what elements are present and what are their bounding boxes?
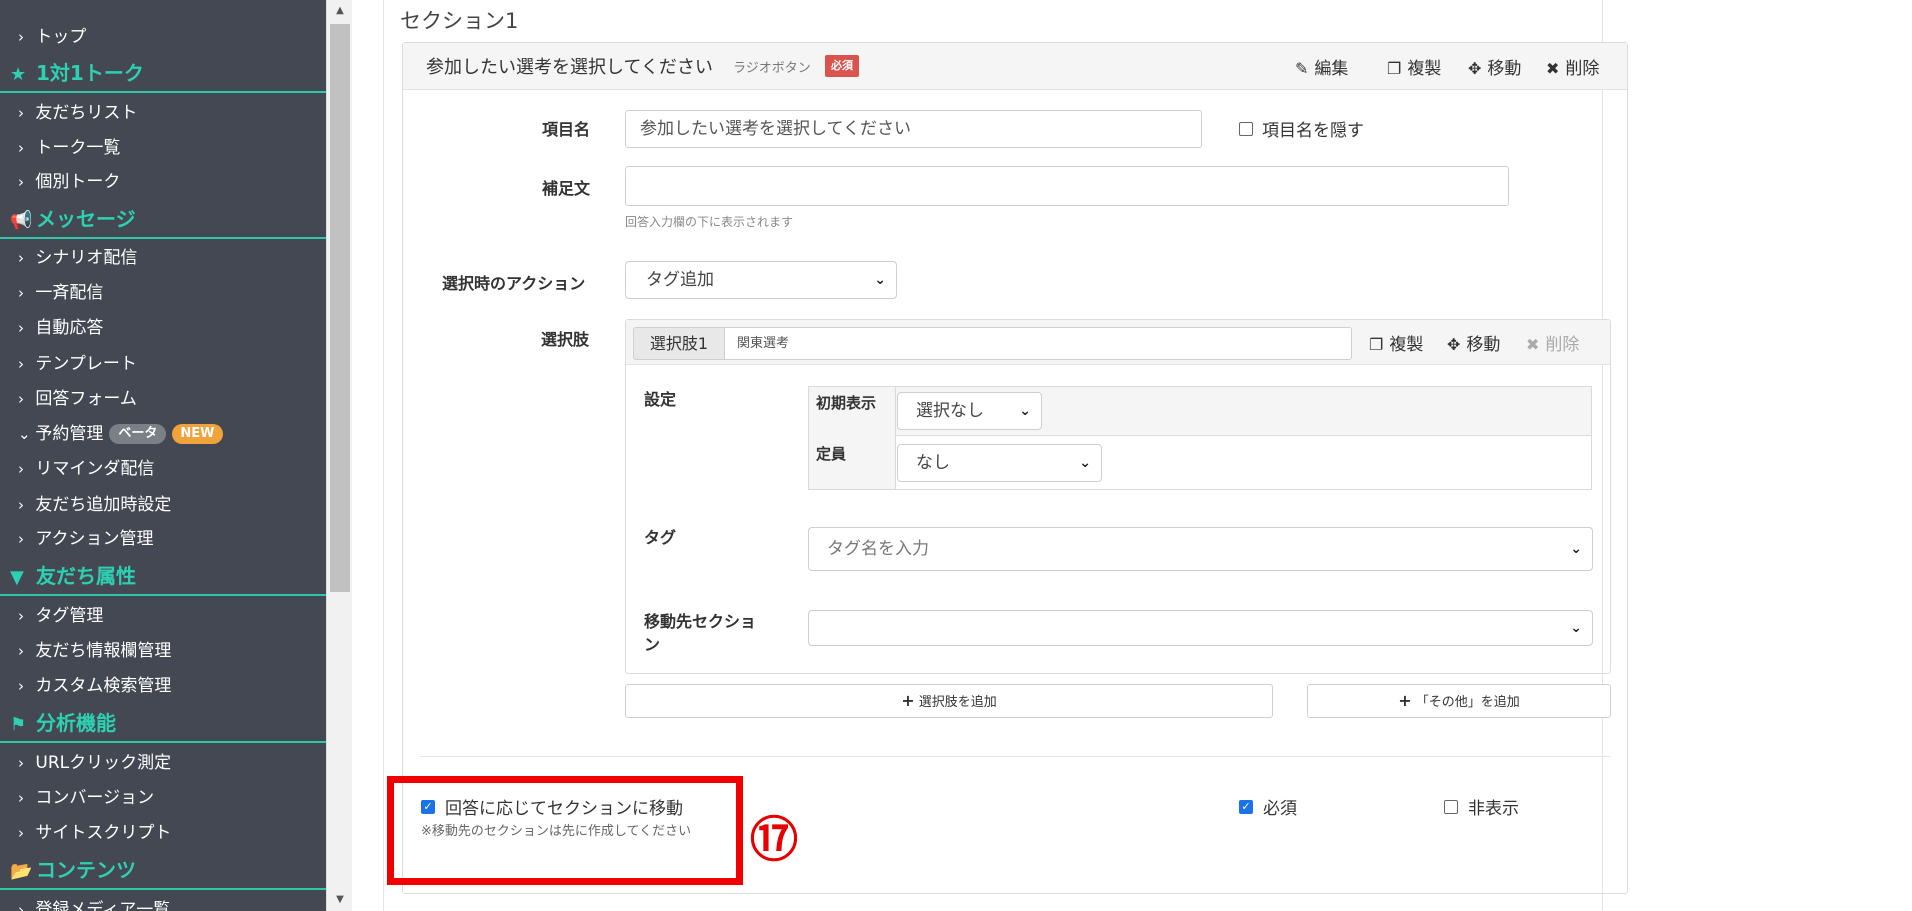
sidebar-category-1on1-talk[interactable]: ★ 1対1トーク — [0, 55, 326, 93]
copy-button[interactable]: ❐ 複製 — [1387, 54, 1441, 79]
option-move-button[interactable]: ✥ 移動 — [1447, 330, 1500, 355]
sidebar-item-individual-talk[interactable]: › 個別トーク — [0, 165, 326, 199]
scroll-up-arrow-icon[interactable]: ▲ — [327, 0, 353, 22]
hidden-checkbox[interactable] — [1444, 800, 1458, 814]
sidebar-item-tag-manage[interactable]: › タグ管理 — [0, 599, 326, 633]
sidebar-item-friend-add-settings[interactable]: › 友だち追加時設定 — [0, 488, 326, 522]
option-number-tag: 選択肢1 — [633, 327, 725, 360]
pencil-icon: ✎ — [1295, 59, 1309, 78]
sidebar-item-broadcast[interactable]: › 一斉配信 — [0, 276, 326, 310]
supplement-help-text: 回答入力欄の下に表示されます — [625, 215, 794, 229]
action-label: 選択時のアクション — [442, 274, 586, 293]
chevron-down-icon: ⌄ — [1079, 455, 1091, 471]
sidebar-item-auto-reply[interactable]: › 自動応答 — [0, 311, 326, 345]
new-badge: NEW — [172, 424, 223, 444]
divider — [420, 756, 1610, 757]
chevron-down-icon: ⌄ — [1570, 620, 1582, 636]
action-select[interactable]: タグ追加 ⌄ — [625, 261, 897, 299]
item-name-input[interactable]: 参加したい選考を選択してください — [625, 110, 1202, 148]
required-badge: 必須 — [825, 55, 859, 77]
beta-badge: ベータ — [109, 424, 167, 444]
sidebar-item-action-manage[interactable]: › アクション管理 — [0, 522, 326, 556]
scroll-thumb[interactable] — [330, 24, 350, 592]
sidebar-category-message[interactable]: 📢 メッセージ — [0, 201, 326, 239]
sidebar-item-site-script[interactable]: › サイトスクリプト — [0, 816, 326, 850]
move-section-select[interactable]: ⌄ — [808, 610, 1593, 646]
sidebar-item-answer-form[interactable]: › 回答フォーム — [0, 382, 326, 416]
sidebar-item-friend-list[interactable]: › 友だちリスト — [0, 96, 326, 130]
capacity-label: 定員 — [816, 445, 847, 463]
close-icon: ✖ — [1546, 59, 1560, 78]
initial-display-value: 選択なし — [916, 401, 984, 421]
sidebar-category-friend-attributes[interactable]: ▼ 友だち属性 — [0, 558, 326, 596]
sidebar-item-talk-list[interactable]: › トーク一覧 — [0, 131, 326, 165]
sidebar-item-conversion[interactable]: › コンバージョン — [0, 781, 326, 815]
sidebar-item-url-click[interactable]: › URLクリック測定 — [0, 746, 326, 780]
chevron-down-icon: ⌄ — [1019, 403, 1031, 419]
supplement-label: 補足文 — [542, 179, 591, 198]
sidebar-item-top[interactable]: › トップ — [0, 20, 326, 54]
chevron-down-icon: ⌄ — [874, 272, 886, 288]
sidebar-category-contents[interactable]: 📂 コンテンツ — [0, 852, 326, 890]
sidebar-item-scenario[interactable]: › シナリオ配信 — [0, 241, 326, 275]
folder-icon: 📂 — [10, 861, 33, 882]
edit-button[interactable]: ✎ 編集 — [1295, 54, 1348, 79]
add-other-button[interactable]: + 「その他」を追加 — [1307, 684, 1611, 718]
question-title: 参加したい選考を選択してください — [426, 57, 713, 78]
delete-button[interactable]: ✖ 削除 — [1546, 54, 1599, 79]
sidebar-item-reservation[interactable]: ⌄ 予約管理 ベータ NEW — [0, 417, 326, 451]
scroll-down-arrow-icon[interactable]: ▼ — [327, 889, 353, 911]
sidebar: › トップ ★ 1対1トーク › 友だちリスト › トーク一覧 › 個別トーク 📢… — [0, 0, 326, 911]
move-section-label: 移動先セクショ — [644, 612, 757, 631]
tag-select[interactable]: タグ名を入力 ⌄ — [808, 527, 1593, 571]
option-name-input[interactable]: 関東選考 — [724, 327, 1352, 360]
megaphone-icon: 📢 — [10, 210, 33, 231]
option-delete-button: ✖ 削除 — [1526, 335, 1580, 355]
star-icon: ★ — [10, 64, 27, 85]
flag-icon: ⚑ — [10, 714, 27, 735]
supplement-input[interactable] — [625, 166, 1509, 206]
capacity-select[interactable]: なし ⌄ — [897, 444, 1102, 482]
close-icon: ✖ — [1526, 335, 1540, 354]
sidebar-category-analytics[interactable]: ⚑ 分析機能 — [0, 705, 326, 743]
sidebar-item-custom-search[interactable]: › カスタム検索管理 — [0, 669, 326, 703]
option-copy-button[interactable]: ❐ 複製 — [1369, 330, 1423, 355]
section-title: セクション1 — [400, 9, 519, 33]
filter-icon: ▼ — [10, 567, 24, 588]
move-arrows-icon: ✥ — [1468, 59, 1482, 78]
initial-display-label: 初期表示 — [816, 394, 877, 412]
move-button[interactable]: ✥ 移動 — [1468, 54, 1521, 79]
hidden-label: 非表示 — [1468, 799, 1519, 819]
copy-icon: ❐ — [1387, 59, 1402, 78]
tag-label: タグ — [644, 528, 677, 547]
copy-icon: ❐ — [1369, 335, 1384, 354]
hide-name-label: 項目名を隠す — [1262, 121, 1364, 141]
required-checkbox[interactable]: ✓ — [1239, 800, 1253, 814]
action-select-value: タグ追加 — [646, 270, 714, 290]
sidebar-item-friend-info-manage[interactable]: › 友だち情報欄管理 — [0, 634, 326, 668]
sidebar-item-template[interactable]: › テンプレート — [0, 347, 326, 381]
move-arrows-icon: ✥ — [1447, 335, 1461, 354]
add-option-button[interactable]: + 選択肢を追加 — [625, 684, 1273, 718]
step-number-marker: ⑰ — [750, 812, 799, 868]
required-label: 必須 — [1263, 799, 1297, 819]
item-name-label: 項目名 — [542, 120, 591, 139]
question-type: ラジオボタン — [733, 61, 811, 76]
choices-label: 選択肢 — [541, 330, 590, 349]
highlight-box — [387, 776, 743, 885]
move-section-label-cont: ン — [644, 635, 661, 654]
plus-icon: + — [901, 691, 915, 710]
sidebar-item-reminder[interactable]: › リマインダ配信 — [0, 452, 326, 486]
sidebar-item-media-list[interactable]: › 登録メディア一覧 — [0, 893, 326, 911]
plus-icon: + — [1398, 691, 1412, 710]
tag-select-placeholder: タグ名を入力 — [827, 539, 929, 559]
hide-name-checkbox[interactable] — [1239, 122, 1253, 136]
sidebar-scrollbar[interactable]: ▲ ▼ — [326, 0, 352, 911]
capacity-value: なし — [916, 453, 950, 473]
initial-display-select[interactable]: 選択なし ⌄ — [897, 392, 1042, 430]
settings-label: 設定 — [644, 390, 677, 409]
chevron-down-icon: ⌄ — [1570, 541, 1582, 557]
